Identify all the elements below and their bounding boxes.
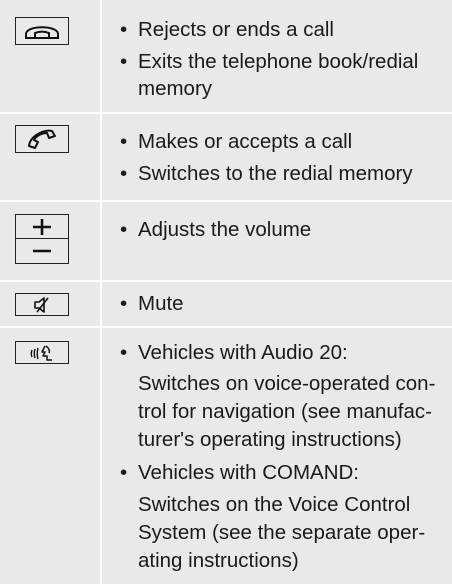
description-cell: • Rejects or ends a call • Exits the tel… — [102, 0, 452, 112]
bullet-text: Vehicles with COMAND: — [138, 461, 360, 484]
icon-cell — [0, 114, 100, 200]
icon-cell — [0, 202, 100, 280]
bullet-dot: • — [120, 162, 128, 185]
bullet-text: Exits the telephone book/redial — [138, 50, 419, 73]
end-call-icon — [25, 26, 59, 39]
bullet-continuation: memory — [138, 77, 213, 100]
description-cell: • Vehicles with Audio 20: Switches on vo… — [102, 328, 452, 584]
mute-key — [15, 293, 69, 316]
accept-call-key — [15, 125, 69, 153]
table-row-end-call: • Rejects or ends a call • Exits the tel… — [0, 0, 452, 112]
minus-icon — [33, 249, 51, 253]
icon-cell — [0, 0, 100, 112]
bullet-text: Mute — [138, 292, 184, 315]
bullet-dot: • — [120, 341, 128, 364]
bullet-text: Adjusts the volume — [138, 218, 312, 241]
description-cell: • Makes or accepts a call • Switches to … — [102, 114, 452, 200]
bullet-dot: • — [120, 50, 128, 73]
bullet-continuation: trol for navigation (see manufac- — [138, 400, 432, 423]
table-row-voice-control: • Vehicles with Audio 20: Switches on vo… — [0, 326, 452, 584]
bullet-continuation: turer's operating instructions) — [138, 428, 402, 451]
mute-icon — [34, 296, 49, 313]
volume-down-key — [15, 239, 69, 264]
voice-control-key — [15, 341, 69, 364]
bullet-continuation: System (see the separate oper- — [138, 521, 426, 544]
plus-icon — [33, 218, 51, 235]
bullet-text: Makes or accepts a call — [138, 130, 353, 153]
bullet-dot: • — [120, 130, 128, 153]
table-row-volume: • Adjusts the volume — [0, 200, 452, 280]
icon-cell — [0, 282, 100, 326]
icon-cell — [0, 328, 100, 584]
bullet-continuation: ating instructions) — [138, 549, 299, 572]
description-cell: • Adjusts the volume — [102, 202, 452, 280]
table-row-accept-call: • Makes or accepts a call • Switches to … — [0, 112, 452, 200]
bullet-dot: • — [120, 18, 128, 41]
bullet-text: Rejects or ends a call — [138, 18, 334, 41]
volume-up-key — [15, 214, 69, 239]
bullet-text: Vehicles with Audio 20: — [138, 341, 348, 364]
bullet-dot: • — [120, 218, 128, 241]
bullet-continuation: Switches on voice-operated con- — [138, 372, 436, 395]
bullet-continuation: Switches on the Voice Control — [138, 493, 411, 516]
bullet-text: Switches to the redial memory — [138, 162, 413, 185]
bullet-dot: • — [120, 461, 128, 484]
end-call-key — [15, 17, 69, 45]
accept-call-icon — [28, 129, 56, 149]
table-row-mute: • Mute — [0, 280, 452, 326]
description-cell: • Mute — [102, 282, 452, 326]
bullet-dot: • — [120, 292, 128, 315]
voice-control-icon — [30, 344, 52, 361]
